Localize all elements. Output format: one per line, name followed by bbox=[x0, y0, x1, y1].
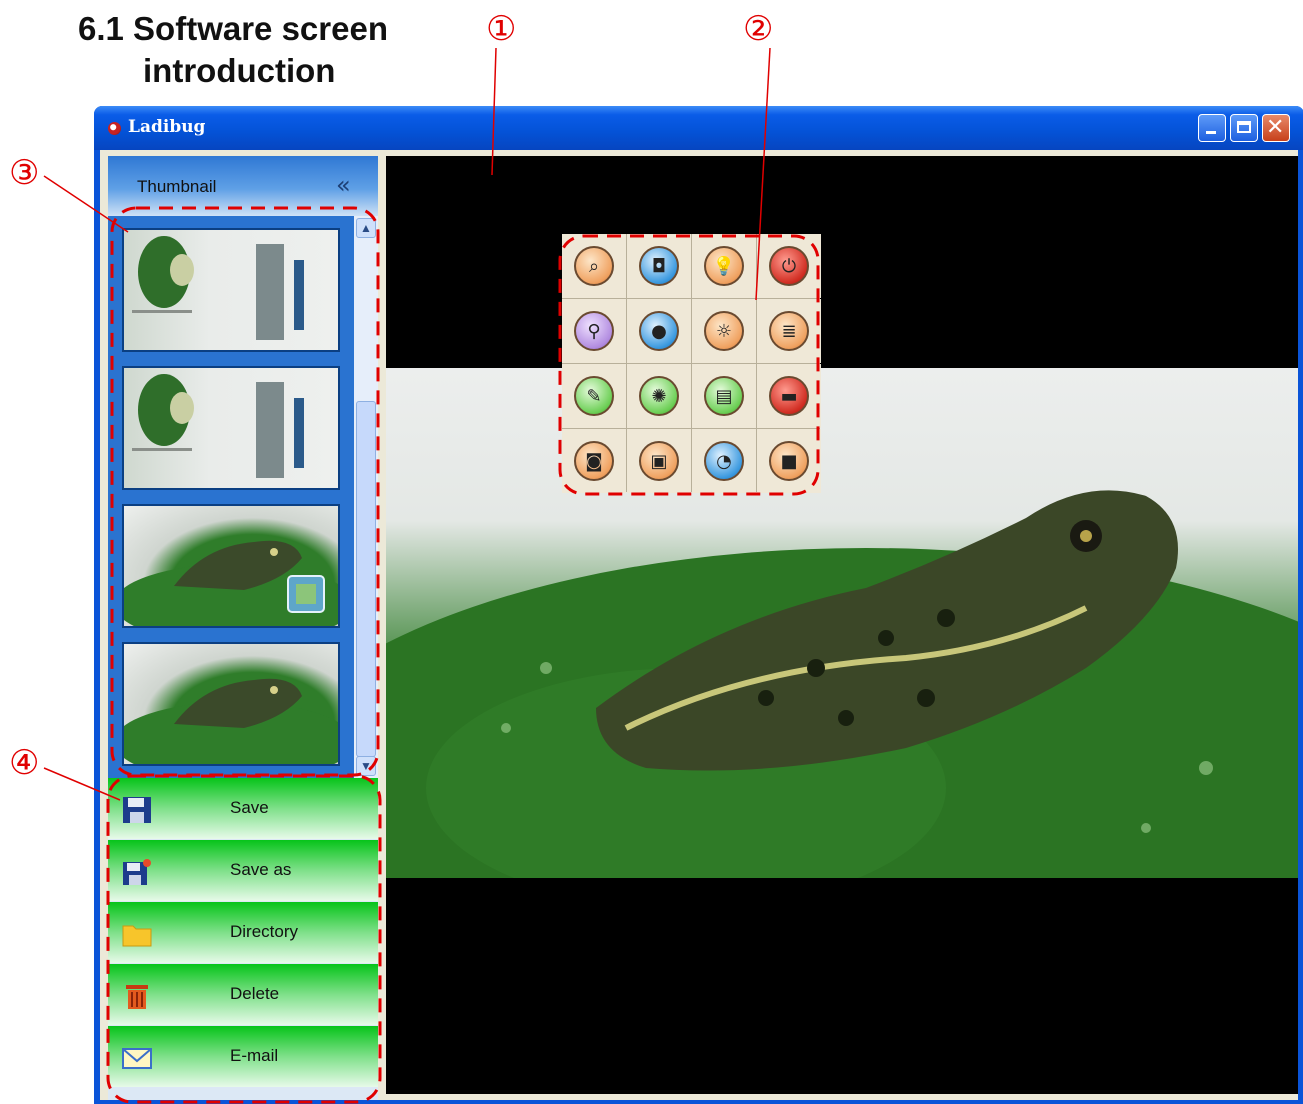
thumbnail-item[interactable] bbox=[122, 366, 340, 490]
callout-1: ① bbox=[486, 9, 517, 49]
thumbnail-list bbox=[108, 216, 354, 778]
section-heading-line1: 6.1 Software screen bbox=[78, 10, 388, 47]
close-icon: ✕ bbox=[1266, 115, 1285, 140]
section-heading-line2: introduction bbox=[143, 52, 336, 89]
directory-label: Directory bbox=[230, 922, 299, 941]
lamp-icon: 💡 bbox=[704, 246, 744, 286]
toolbar-tool-button[interactable]: ■ bbox=[757, 429, 821, 493]
floppy-disk-star-icon bbox=[123, 859, 151, 885]
scrollbar-thumb[interactable] bbox=[356, 401, 376, 757]
power-icon: ⏻ bbox=[769, 246, 809, 286]
frog-thumbnail-image bbox=[124, 678, 338, 764]
toolbar-tool-button[interactable]: 💡 bbox=[692, 234, 756, 298]
toolbar-menu: ⌕ ◘ 💡 ⏻ ⚲ ● ☼ ≣ ✎ ✺ ▤ ▬ ◙ ▣ ◔ ■ bbox=[562, 234, 821, 493]
zoom-icon: ⚲ bbox=[574, 311, 614, 351]
toolbar-tool-button[interactable]: ⌕ bbox=[562, 234, 626, 298]
envelope-icon bbox=[122, 1048, 152, 1069]
save-label: Save bbox=[230, 798, 269, 817]
document-magnifier-icon: ⌕ bbox=[574, 246, 614, 286]
callout-4: ④ bbox=[9, 743, 40, 783]
frog-thumbnail-image bbox=[124, 540, 338, 626]
save-button[interactable]: Save bbox=[108, 778, 378, 839]
collapse-panel-button[interactable]: « bbox=[336, 171, 351, 199]
thumbnail-panel-title: Thumbnail bbox=[137, 177, 217, 196]
scroll-up-button[interactable]: ▲ bbox=[356, 218, 376, 238]
toolbar-tool-button[interactable]: ⚲ bbox=[562, 299, 626, 363]
toolbar-tool-button[interactable]: ◙ bbox=[562, 429, 626, 493]
record-video-icon: ▣ bbox=[639, 441, 679, 481]
window-title: Ladibug bbox=[128, 117, 206, 137]
thumbnail-item[interactable] bbox=[122, 504, 340, 628]
section-heading: 6.1 Software screen introduction bbox=[78, 8, 388, 92]
thumbnail-scrollbar[interactable]: ▲ ▼ bbox=[354, 216, 378, 778]
callout-2: ② bbox=[743, 9, 774, 49]
title-bar[interactable]: Ladibug ✕ bbox=[94, 106, 1303, 150]
toolbar-tool-button[interactable]: ✺ bbox=[627, 364, 691, 428]
ladybug-app-icon bbox=[108, 122, 121, 135]
minimize-icon bbox=[1206, 131, 1216, 134]
settings-list-icon: ≣ bbox=[769, 311, 809, 351]
save-as-button[interactable]: Save as bbox=[108, 840, 378, 901]
window-icon: ▬ bbox=[769, 376, 809, 416]
app-window: Ladibug ✕ Thumbnail « ▲ ▼ Save Save as D… bbox=[94, 106, 1303, 1104]
thumbnail-panel-header: Thumbnail « bbox=[108, 156, 378, 216]
maximize-button[interactable] bbox=[1230, 114, 1258, 142]
floppy-disk-icon bbox=[123, 797, 151, 823]
delete-button[interactable]: Delete bbox=[108, 964, 378, 1025]
directory-button[interactable]: Directory bbox=[108, 902, 378, 963]
camera-car-icon: ◘ bbox=[639, 246, 679, 286]
minimize-button[interactable] bbox=[1198, 114, 1226, 142]
preview-image bbox=[386, 368, 1298, 878]
live-preview-area[interactable]: ⌕ ◘ 💡 ⏻ ⚲ ● ☼ ≣ ✎ ✺ ▤ ▬ ◙ ▣ ◔ ■ bbox=[386, 156, 1298, 1094]
save-as-label: Save as bbox=[230, 860, 292, 879]
callout-3: ③ bbox=[9, 153, 40, 193]
full-screen-icon: ■ bbox=[769, 441, 809, 481]
toolbar-tool-button[interactable]: ● bbox=[627, 299, 691, 363]
window-client-area: Thumbnail « ▲ ▼ Save Save as Directory D… bbox=[100, 150, 1298, 1100]
brightness-icon: ☼ bbox=[704, 311, 744, 351]
thumbnail-item[interactable] bbox=[122, 228, 340, 352]
toolbar-tool-button[interactable]: ▤ bbox=[692, 364, 756, 428]
timer-icon: ◔ bbox=[704, 441, 744, 481]
toolbar-tool-button[interactable]: ☼ bbox=[692, 299, 756, 363]
email-button[interactable]: E-mail bbox=[108, 1026, 378, 1087]
toolbar-tool-button[interactable]: ✎ bbox=[562, 364, 626, 428]
maximize-icon bbox=[1237, 121, 1251, 133]
toolbar-tool-button[interactable]: ▣ bbox=[627, 429, 691, 493]
thumbnail-panel: Thumbnail « ▲ ▼ Save Save as Directory D… bbox=[108, 156, 378, 1100]
close-button[interactable]: ✕ bbox=[1262, 114, 1290, 142]
email-label: E-mail bbox=[230, 1046, 279, 1065]
notes-icon: ▤ bbox=[704, 376, 744, 416]
delete-label: Delete bbox=[230, 984, 280, 1003]
toolbar-tool-button[interactable]: ⏻ bbox=[757, 234, 821, 298]
scroll-down-button[interactable]: ▼ bbox=[356, 756, 376, 776]
trash-can-icon bbox=[126, 985, 148, 1009]
toolbar-tool-button[interactable]: ≣ bbox=[757, 299, 821, 363]
toolbar-tool-button[interactable]: ▬ bbox=[757, 364, 821, 428]
thumbnail-item[interactable] bbox=[122, 642, 340, 766]
ladybug-icon: ● bbox=[639, 311, 679, 351]
document-thumbnail-image bbox=[132, 236, 304, 340]
folder-icon bbox=[122, 925, 152, 947]
capture-camera-icon: ◙ bbox=[574, 441, 614, 481]
toolbar-tool-button[interactable]: ◘ bbox=[627, 234, 691, 298]
auto-focus-icon: ✺ bbox=[639, 376, 679, 416]
action-buttons: Save Save as Directory Delete E-mail bbox=[108, 778, 378, 1088]
frog-photo bbox=[386, 490, 1298, 878]
document-thumbnail-image bbox=[132, 374, 304, 478]
annotation-pen-icon: ✎ bbox=[574, 376, 614, 416]
toolbar-tool-button[interactable]: ◔ bbox=[692, 429, 756, 493]
